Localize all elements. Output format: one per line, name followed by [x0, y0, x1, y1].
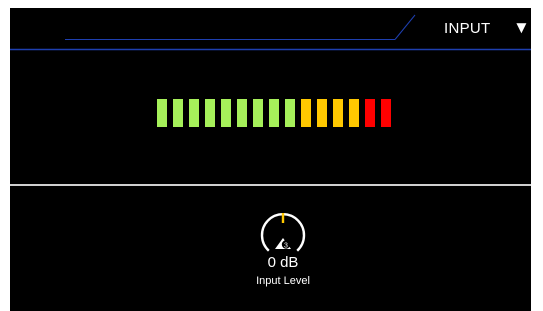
triangle-down-icon[interactable]: ▼	[513, 19, 530, 36]
meter-segment	[333, 99, 343, 127]
knob-label: Input Level	[256, 275, 310, 287]
input-level-knob[interactable]: 3	[256, 206, 310, 254]
meter-segment	[317, 99, 327, 127]
meter-segment	[237, 99, 247, 127]
header-bar: INPUT ▼	[10, 8, 531, 52]
meter-segment	[173, 99, 183, 127]
meter-segment	[381, 99, 391, 127]
meter-segment	[157, 99, 167, 127]
knob-badge-number: 3	[284, 242, 288, 249]
meter-segment	[365, 99, 375, 127]
level-meter	[157, 99, 391, 127]
meter-segment	[285, 99, 295, 127]
meter-segment	[221, 99, 231, 127]
meter-segment	[301, 99, 311, 127]
device-screen: INPUT ▼ 3 0 dB Input Level	[10, 8, 531, 311]
meter-segment	[269, 99, 279, 127]
meter-segment	[253, 99, 263, 127]
meter-segment	[205, 99, 215, 127]
input-selector-label[interactable]: INPUT	[444, 20, 491, 37]
meter-segment	[189, 99, 199, 127]
section-divider	[10, 184, 531, 186]
knob-value: 0 dB	[267, 254, 299, 271]
meter-segment	[349, 99, 359, 127]
